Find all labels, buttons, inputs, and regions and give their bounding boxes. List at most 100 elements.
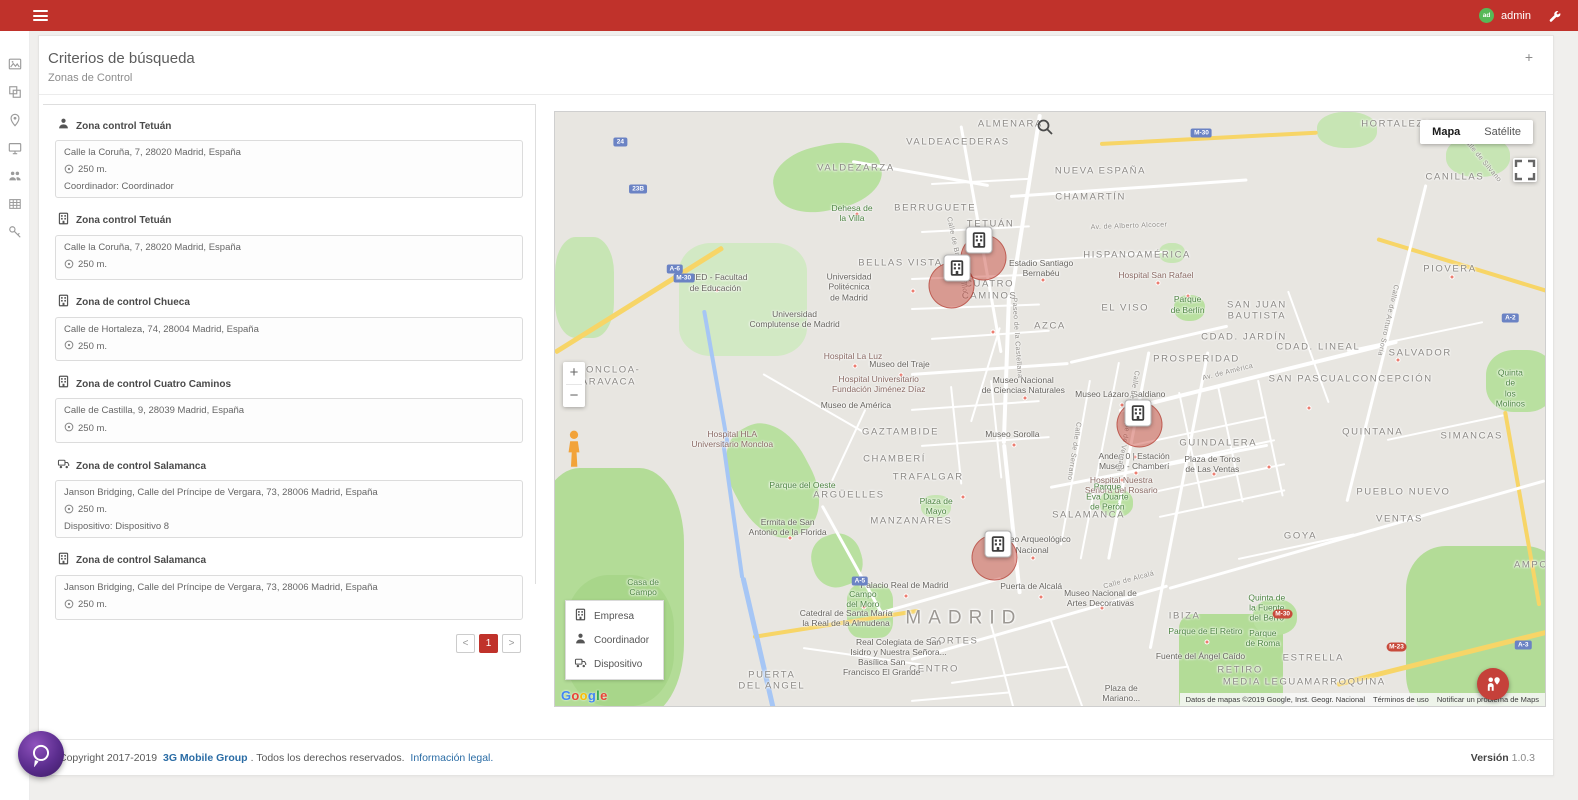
map-label: PROSPERIDAD bbox=[1153, 353, 1240, 364]
pagination-page-1[interactable]: 1 bbox=[479, 634, 498, 653]
sidebar-icon-users[interactable] bbox=[8, 169, 22, 183]
zone-address: Calle de Castilla, 9, 28039 Madrid, Espa… bbox=[64, 404, 514, 418]
road bbox=[1010, 114, 1042, 295]
map-label: SIMANCAS bbox=[1441, 431, 1503, 442]
map-label: MONCLOA- ARAVACA bbox=[576, 365, 640, 388]
poi-dot bbox=[960, 494, 965, 499]
pagination-next[interactable]: > bbox=[502, 634, 521, 653]
main-panel: Criterios de búsqueda Zonas de Control +… bbox=[38, 35, 1554, 776]
poi-dot bbox=[1100, 605, 1105, 610]
expand-search-icon[interactable]: + bbox=[1521, 50, 1537, 64]
map-canvas: ALMENARAVALDEACEDERASVALDEZARZANUEVA ESP… bbox=[555, 112, 1545, 706]
map-label: NUEVA ESPAÑA bbox=[1055, 166, 1146, 177]
tools-icon[interactable] bbox=[1548, 9, 1562, 23]
poi-dot bbox=[787, 536, 792, 541]
sidebar-icon-zones[interactable] bbox=[8, 85, 22, 99]
company-icon bbox=[57, 552, 70, 570]
username: admin bbox=[1501, 10, 1531, 22]
poi-dot bbox=[1120, 478, 1125, 483]
chat-widget-button[interactable] bbox=[18, 731, 64, 777]
sidebar-icon-table[interactable] bbox=[8, 197, 22, 211]
sidebar-icon-location[interactable] bbox=[8, 113, 22, 127]
zone-card[interactable]: Zona de control Salamanca Janson Bridgin… bbox=[55, 457, 523, 538]
map-zone-marker[interactable] bbox=[943, 255, 970, 282]
poi-dot bbox=[1449, 274, 1454, 279]
map-search-icon[interactable] bbox=[1036, 118, 1054, 136]
zones-list-panel: Zona control Tetuán Calle la Coruña, 7, … bbox=[43, 104, 536, 584]
zone-details: Calle la Coruña, 7, 28020 Madrid, España… bbox=[55, 140, 523, 198]
fullscreen-button[interactable] bbox=[1513, 158, 1537, 182]
map[interactable]: ALMENARAVALDEACEDERASVALDEZARZANUEVA ESP… bbox=[554, 111, 1546, 707]
avatar[interactable]: ad bbox=[1479, 8, 1494, 23]
map-label: Plaza de Mariano... bbox=[1102, 683, 1140, 703]
terms-link[interactable]: Términos de uso bbox=[1373, 695, 1429, 704]
zone-card[interactable]: Zona control Tetuán Calle la Coruña, 7, … bbox=[55, 117, 523, 198]
map-button[interactable]: Mapa bbox=[1420, 120, 1472, 144]
zone-card[interactable]: Zona de control Chueca Calle de Hortalez… bbox=[55, 294, 523, 362]
park-area bbox=[1486, 350, 1546, 412]
zone-radius: 250 m. bbox=[78, 504, 107, 515]
pagination-prev[interactable]: < bbox=[456, 634, 475, 653]
map-label: GOYA bbox=[1284, 530, 1317, 541]
poi-dot bbox=[898, 373, 903, 378]
map-label: Av. de Alberto Alcocer bbox=[1091, 221, 1168, 232]
search-criteria-header: Criterios de búsqueda Zonas de Control + bbox=[39, 36, 1553, 95]
map-zone-marker[interactable] bbox=[1125, 399, 1152, 426]
zone-card[interactable]: Zona de control Cuatro Caminos Calle de … bbox=[55, 375, 523, 443]
map-label: CHAMBERÍ bbox=[863, 454, 926, 465]
company-marker-icon bbox=[943, 255, 970, 282]
radius-icon bbox=[64, 337, 74, 355]
poi-dot bbox=[715, 287, 720, 292]
map-label: CENTRO bbox=[909, 663, 959, 674]
map-label: EL VISO bbox=[1101, 302, 1149, 313]
poi-dot bbox=[990, 329, 995, 334]
device-icon bbox=[574, 656, 587, 672]
zone-radius: 250 m. bbox=[78, 599, 107, 610]
map-label: Museo del Traje bbox=[869, 359, 929, 369]
map-type-control: Mapa Satélite bbox=[1420, 120, 1533, 144]
zoom-control: + − bbox=[563, 362, 585, 407]
zone-details: Calle de Castilla, 9, 28039 Madrid, Espa… bbox=[55, 398, 523, 443]
zone-card[interactable]: Zona control Tetuán Calle la Coruña, 7, … bbox=[55, 212, 523, 280]
company-marker-icon bbox=[1125, 399, 1152, 426]
map-zone-marker[interactable] bbox=[984, 531, 1011, 558]
legend-item-coordinador: Coordinador bbox=[566, 628, 663, 652]
zone-title: Zona de control Cuatro Caminos bbox=[76, 379, 231, 390]
sidebar-icon-key[interactable] bbox=[8, 225, 22, 239]
zoom-in-button[interactable]: + bbox=[563, 362, 585, 384]
road bbox=[1010, 179, 1247, 199]
road bbox=[1347, 321, 1483, 352]
zone-card[interactable]: Zona de control Salamanca Janson Bridgin… bbox=[55, 552, 523, 620]
poi-dot bbox=[1134, 470, 1139, 475]
map-label: QUINTANA bbox=[1342, 426, 1403, 437]
sidebar-icon-map[interactable] bbox=[8, 57, 22, 71]
menu-icon[interactable] bbox=[33, 10, 48, 21]
zone-details: Janson Bridging, Calle del Príncipe de V… bbox=[55, 575, 523, 620]
road bbox=[1238, 533, 1355, 560]
road bbox=[1257, 380, 1284, 497]
park-area bbox=[921, 495, 951, 518]
map-zone-marker[interactable] bbox=[965, 227, 992, 254]
zone-address: Janson Bridging, Calle del Príncipe de V… bbox=[64, 486, 514, 500]
zone-title: Zona de control Salamanca bbox=[76, 461, 206, 472]
brand-link[interactable]: 3G Mobile Group bbox=[163, 752, 248, 764]
copyright-text: Copyright 2017-2019 bbox=[59, 752, 160, 764]
topbar: ad admin bbox=[0, 0, 1578, 31]
legal-link[interactable]: Información legal. bbox=[410, 752, 493, 764]
poi-dot bbox=[1205, 639, 1210, 644]
sidebar-icon-devices[interactable] bbox=[8, 141, 22, 155]
company-marker-icon bbox=[965, 227, 992, 254]
park-area bbox=[1174, 295, 1206, 321]
zones-list: Zona control Tetuán Calle la Coruña, 7, … bbox=[55, 117, 523, 620]
satellite-button[interactable]: Satélite bbox=[1472, 120, 1533, 144]
street-view-pegman[interactable] bbox=[566, 430, 582, 458]
map-label: PUERTA DEL ANGEL bbox=[738, 670, 805, 693]
map-label: BERRUGUETE bbox=[894, 203, 976, 214]
route-shield: A-5 bbox=[852, 576, 868, 585]
poi-dot bbox=[1155, 281, 1160, 286]
poi-dot bbox=[1185, 294, 1190, 299]
add-zone-fab[interactable] bbox=[1477, 668, 1509, 700]
map-label: TRAFALGAR bbox=[893, 472, 964, 483]
zone-title: Zona de control Salamanca bbox=[76, 555, 206, 566]
zoom-out-button[interactable]: − bbox=[563, 385, 585, 407]
